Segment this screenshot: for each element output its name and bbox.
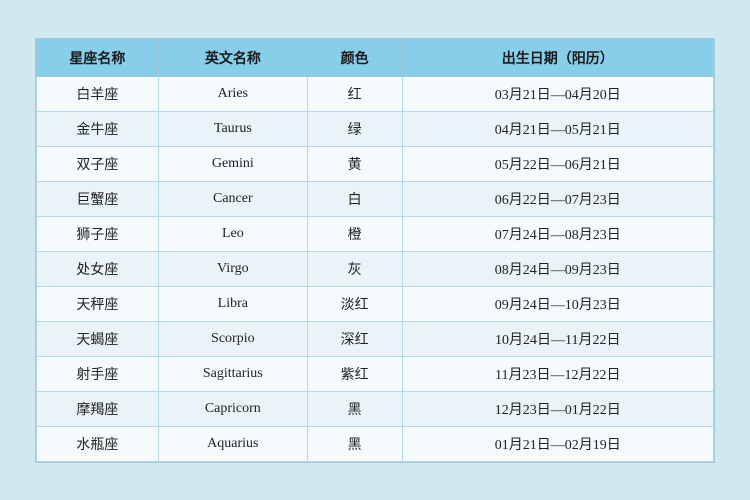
cell-color: 黑 — [307, 391, 402, 426]
cell-date: 12月23日—01月22日 — [402, 391, 713, 426]
cell-date: 10月24日—11月22日 — [402, 321, 713, 356]
cell-color: 绿 — [307, 111, 402, 146]
cell-chinese: 天秤座 — [37, 286, 159, 321]
header-english: 英文名称 — [158, 39, 307, 76]
table-row: 射手座Sagittarius紫红11月23日—12月22日 — [37, 356, 714, 391]
table-row: 双子座Gemini黄05月22日—06月21日 — [37, 146, 714, 181]
cell-date: 01月21日—02月19日 — [402, 426, 713, 461]
header-date: 出生日期（阳历） — [402, 39, 713, 76]
cell-english: Capricorn — [158, 391, 307, 426]
cell-english: Libra — [158, 286, 307, 321]
cell-date: 05月22日—06月21日 — [402, 146, 713, 181]
cell-english: Aquarius — [158, 426, 307, 461]
cell-chinese: 巨蟹座 — [37, 181, 159, 216]
cell-chinese: 金牛座 — [37, 111, 159, 146]
cell-date: 11月23日—12月22日 — [402, 356, 713, 391]
cell-date: 08月24日—09月23日 — [402, 251, 713, 286]
cell-date: 03月21日—04月20日 — [402, 76, 713, 111]
zodiac-table: 星座名称 英文名称 颜色 出生日期（阳历） 白羊座Aries红03月21日—04… — [36, 39, 714, 462]
table-row: 金牛座Taurus绿04月21日—05月21日 — [37, 111, 714, 146]
cell-color: 深红 — [307, 321, 402, 356]
cell-chinese: 处女座 — [37, 251, 159, 286]
cell-chinese: 天蝎座 — [37, 321, 159, 356]
table-row: 巨蟹座Cancer白06月22日—07月23日 — [37, 181, 714, 216]
cell-color: 白 — [307, 181, 402, 216]
cell-english: Taurus — [158, 111, 307, 146]
cell-date: 09月24日—10月23日 — [402, 286, 713, 321]
cell-english: Sagittarius — [158, 356, 307, 391]
table-header-row: 星座名称 英文名称 颜色 出生日期（阳历） — [37, 39, 714, 76]
cell-color: 黄 — [307, 146, 402, 181]
header-chinese: 星座名称 — [37, 39, 159, 76]
cell-date: 04月21日—05月21日 — [402, 111, 713, 146]
cell-date: 07月24日—08月23日 — [402, 216, 713, 251]
table-row: 水瓶座Aquarius黑01月21日—02月19日 — [37, 426, 714, 461]
cell-chinese: 狮子座 — [37, 216, 159, 251]
table-row: 天蝎座Scorpio深红10月24日—11月22日 — [37, 321, 714, 356]
table-row: 白羊座Aries红03月21日—04月20日 — [37, 76, 714, 111]
cell-color: 橙 — [307, 216, 402, 251]
cell-color: 黑 — [307, 426, 402, 461]
cell-chinese: 射手座 — [37, 356, 159, 391]
cell-date: 06月22日—07月23日 — [402, 181, 713, 216]
cell-chinese: 水瓶座 — [37, 426, 159, 461]
cell-color: 灰 — [307, 251, 402, 286]
cell-english: Leo — [158, 216, 307, 251]
cell-chinese: 摩羯座 — [37, 391, 159, 426]
cell-color: 红 — [307, 76, 402, 111]
header-color: 颜色 — [307, 39, 402, 76]
cell-english: Scorpio — [158, 321, 307, 356]
cell-english: Aries — [158, 76, 307, 111]
cell-english: Gemini — [158, 146, 307, 181]
table-row: 摩羯座Capricorn黑12月23日—01月22日 — [37, 391, 714, 426]
cell-english: Cancer — [158, 181, 307, 216]
table-row: 天秤座Libra淡红09月24日—10月23日 — [37, 286, 714, 321]
cell-color: 紫红 — [307, 356, 402, 391]
cell-chinese: 双子座 — [37, 146, 159, 181]
zodiac-table-container: 星座名称 英文名称 颜色 出生日期（阳历） 白羊座Aries红03月21日—04… — [35, 38, 715, 463]
table-row: 处女座Virgo灰08月24日—09月23日 — [37, 251, 714, 286]
table-row: 狮子座Leo橙07月24日—08月23日 — [37, 216, 714, 251]
cell-chinese: 白羊座 — [37, 76, 159, 111]
cell-english: Virgo — [158, 251, 307, 286]
cell-color: 淡红 — [307, 286, 402, 321]
